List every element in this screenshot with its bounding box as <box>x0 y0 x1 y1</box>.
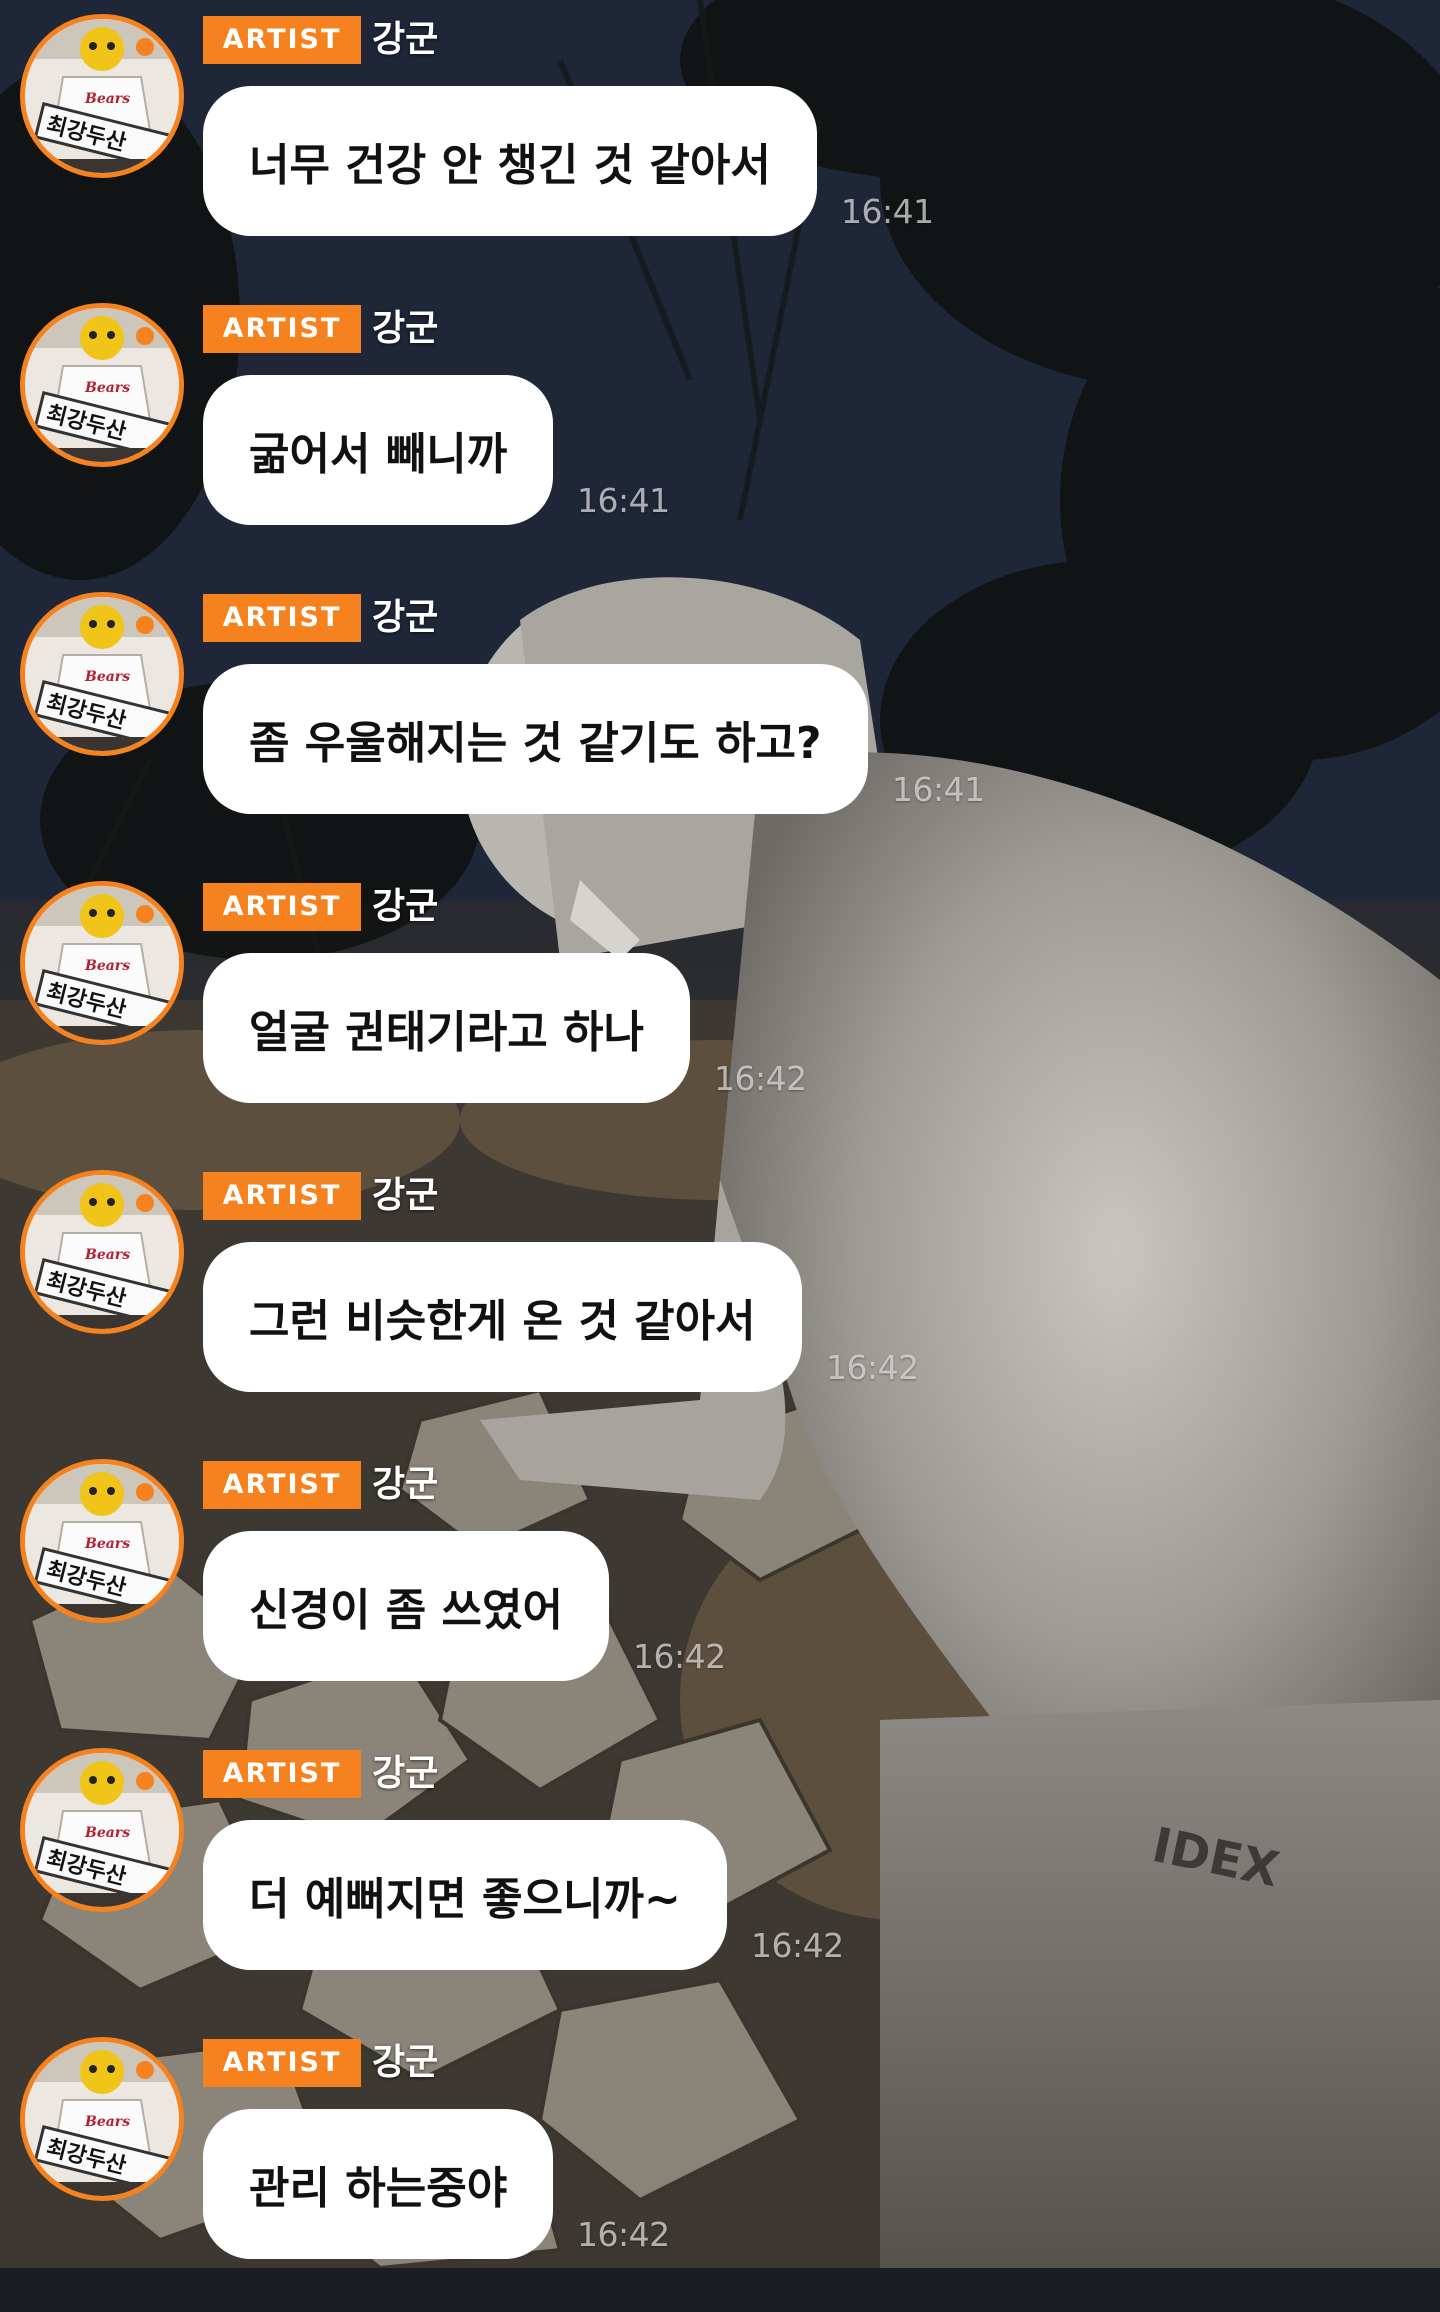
jersey-text: Bears <box>84 1825 130 1841</box>
jersey-text: Bears <box>84 1247 130 1263</box>
chat-message: Bears 최강두산 ARTIST 강군 그런 비슷한게 온 것 같아서 16:… <box>0 1156 1440 1445</box>
message-timestamp: 16:42 <box>633 1637 726 1676</box>
chat-message: Bears 최강두산 ARTIST 강군 더 예뻐지면 좋으니까~ 16:42 <box>0 1734 1440 2023</box>
author-name: 강군 <box>372 308 439 349</box>
message-timestamp: 16:42 <box>751 1926 844 1965</box>
message-bubble[interactable]: 좀 우울해지는 것 같기도 하고? <box>203 664 868 814</box>
chat-message: Bears 최강두산 ARTIST 강군 관리 하는중야 16:42 <box>0 2023 1440 2312</box>
artist-badge: ARTIST <box>203 1750 361 1798</box>
message-text: 너무 건강 안 챙긴 것 같아서 <box>249 140 771 191</box>
artist-badge: ARTIST <box>203 305 361 353</box>
message-text: 더 예뻐지면 좋으니까~ <box>249 1874 681 1925</box>
message-text: 그런 비슷한게 온 것 같아서 <box>249 1296 756 1347</box>
artist-avatar[interactable]: Bears 최강두산 <box>20 592 184 756</box>
message-bubble[interactable]: 굶어서 빼니까 <box>203 375 554 525</box>
artist-badge: ARTIST <box>203 2039 361 2087</box>
message-text: 관리 하는중야 <box>249 2163 508 2214</box>
author-name: 강군 <box>372 1175 439 1216</box>
artist-avatar[interactable]: Bears 최강두산 <box>20 1459 184 1623</box>
message-bubble[interactable]: 관리 하는중야 <box>203 2109 554 2259</box>
message-timestamp: 16:42 <box>714 1059 807 1098</box>
message-bubble[interactable]: 얼굴 권태기라고 하나 <box>203 953 690 1103</box>
author-name: 강군 <box>372 19 439 60</box>
chat-message: Bears 최강두산 ARTIST 강군 좀 우울해지는 것 같기도 하고? 1… <box>0 578 1440 867</box>
message-timestamp: 16:42 <box>826 1348 919 1387</box>
chat-message: Bears 최강두산 ARTIST 강군 신경이 좀 쓰였어 16:42 <box>0 1445 1440 1734</box>
chat-message: Bears 최강두산 ARTIST 강군 굶어서 빼니까 16:41 <box>0 289 1440 578</box>
message-timestamp: 16:41 <box>577 481 670 520</box>
artist-avatar[interactable]: Bears 최강두산 <box>20 14 184 178</box>
artist-avatar[interactable]: Bears 최강두산 <box>20 881 184 1045</box>
artist-badge: ARTIST <box>203 594 361 642</box>
chat-feed: Bears 최강두산 ARTIST 강군 너무 건강 안 챙긴 것 같아서 16… <box>0 0 1440 2268</box>
author-name: 강군 <box>372 2042 439 2083</box>
message-bubble[interactable]: 그런 비슷한게 온 것 같아서 <box>203 1242 802 1392</box>
chat-message: Bears 최강두산 ARTIST 강군 너무 건강 안 챙긴 것 같아서 16… <box>0 0 1440 289</box>
author-name: 강군 <box>372 1464 439 1505</box>
jersey-text: Bears <box>84 91 130 107</box>
chat-message: Bears 최강두산 ARTIST 강군 얼굴 권태기라고 하나 16:42 <box>0 867 1440 1156</box>
author-name: 강군 <box>372 1753 439 1794</box>
message-text: 굶어서 빼니까 <box>249 429 508 480</box>
message-timestamp: 16:41 <box>892 770 985 809</box>
artist-badge: ARTIST <box>203 883 361 931</box>
artist-avatar[interactable]: Bears 최강두산 <box>20 303 184 467</box>
jersey-text: Bears <box>84 958 130 974</box>
artist-avatar[interactable]: Bears 최강두산 <box>20 1748 184 1912</box>
message-text: 신경이 좀 쓰였어 <box>249 1585 563 1636</box>
message-text: 좀 우울해지는 것 같기도 하고? <box>249 718 822 769</box>
message-text: 얼굴 권태기라고 하나 <box>249 1007 644 1058</box>
message-bubble[interactable]: 신경이 좀 쓰였어 <box>203 1531 609 1681</box>
artist-badge: ARTIST <box>203 1172 361 1220</box>
message-timestamp: 16:41 <box>841 192 934 231</box>
author-name: 강군 <box>372 886 439 927</box>
message-bubble[interactable]: 더 예뻐지면 좋으니까~ <box>203 1820 727 1970</box>
message-timestamp: 16:42 <box>577 2215 670 2254</box>
artist-badge: ARTIST <box>203 16 361 64</box>
artist-avatar[interactable]: Bears 최강두산 <box>20 2037 184 2201</box>
message-bubble[interactable]: 너무 건강 안 챙긴 것 같아서 <box>203 86 817 236</box>
artist-badge: ARTIST <box>203 1461 361 1509</box>
jersey-text: Bears <box>84 2114 130 2130</box>
jersey-text: Bears <box>84 669 130 685</box>
author-name: 강군 <box>372 597 439 638</box>
jersey-text: Bears <box>84 380 130 396</box>
artist-avatar[interactable]: Bears 최강두산 <box>20 1170 184 1334</box>
jersey-text: Bears <box>84 1536 130 1552</box>
